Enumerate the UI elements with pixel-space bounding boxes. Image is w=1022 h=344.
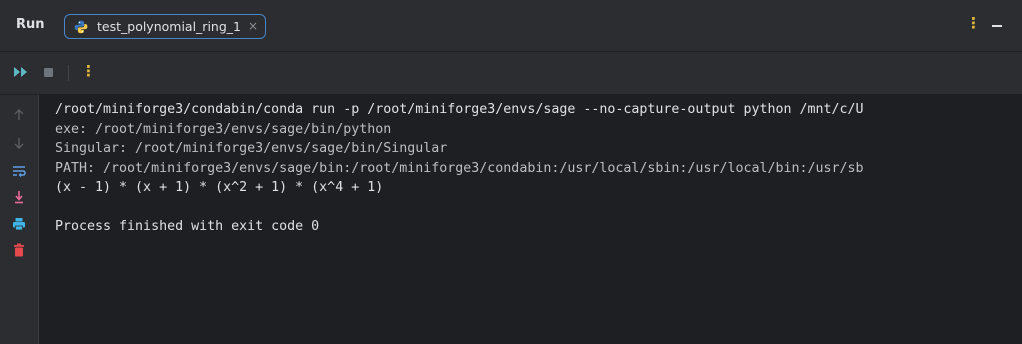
tab-label: test_polynomial_ring_1: [97, 19, 241, 34]
console-line-exit-status: Process finished with exit code 0: [55, 219, 320, 234]
soft-wrap-icon[interactable]: [12, 164, 26, 178]
trash-icon[interactable]: [12, 243, 26, 257]
console-gutter: [0, 95, 39, 344]
scroll-to-end-icon[interactable]: [12, 190, 26, 204]
run-tool-window-header: Run test_polynomial_ring_1 × ⋮: [0, 0, 1022, 52]
minimize-icon[interactable]: [992, 25, 1002, 27]
more-options-icon[interactable]: ⋮: [966, 14, 981, 32]
stop-icon[interactable]: [44, 68, 53, 77]
tab-test-polynomial-ring-1[interactable]: test_polynomial_ring_1 ×: [64, 14, 266, 39]
more-options-icon[interactable]: ⋮: [81, 62, 96, 80]
print-icon[interactable]: [12, 217, 26, 231]
up-arrow-icon[interactable]: [12, 108, 26, 122]
console-output[interactable]: /root/miniforge3/condabin/conda run -p /…: [55, 100, 1022, 344]
console-line-path: PATH: /root/miniforge3/envs/sage/bin:/ro…: [55, 160, 864, 176]
run-toolbar: ⋮: [0, 52, 1022, 94]
console-line-exe: exe: /root/miniforge3/envs/sage/bin/pyth…: [55, 121, 392, 137]
rerun-icon[interactable]: [14, 66, 28, 78]
python-icon: [74, 20, 88, 34]
console-line-command: /root/miniforge3/condabin/conda run -p /…: [55, 102, 864, 117]
close-icon[interactable]: ×: [248, 19, 258, 33]
run-tool-window-title: Run: [16, 17, 45, 32]
console-line-result: (x - 1) * (x + 1) * (x^2 + 1) * (x^4 + 1…: [55, 180, 384, 195]
down-arrow-icon[interactable]: [12, 136, 26, 150]
console-line-singular: Singular: /root/miniforge3/envs/sage/bin…: [55, 141, 448, 156]
toolbar-divider: [68, 65, 69, 81]
